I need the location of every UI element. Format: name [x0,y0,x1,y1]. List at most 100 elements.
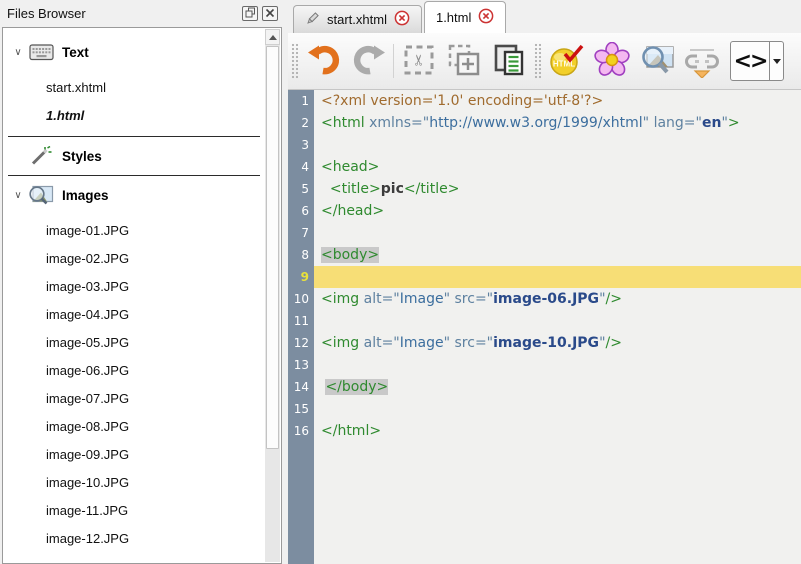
code-line[interactable]: 6 </head> [288,200,801,222]
code-content[interactable]: </html> [314,420,801,442]
code-line[interactable]: 12 <img alt="Image" src="image-10.JPG"/> [288,332,801,354]
file-item[interactable]: image-05.JPG [3,329,265,357]
tab-1-html[interactable]: 1.html [423,1,507,33]
code-token: /> [605,335,622,351]
file-item[interactable]: start.xhtml [3,74,265,102]
section-label: Text [62,44,89,60]
file-item[interactable]: image-01.JPG [3,217,265,245]
file-item[interactable]: image-07.JPG [3,385,265,413]
paste-button[interactable] [486,38,531,84]
close-circle-icon[interactable] [394,10,410,29]
code-line[interactable]: 7 [288,222,801,244]
float-panel-button[interactable] [242,6,258,21]
code-content[interactable] [314,266,801,288]
file-item[interactable]: image-11.JPG [3,497,265,525]
files-browser-panel: Files Browser ∨ Text start.xhtml 1.html Styl… [0,0,285,564]
code-line[interactable]: 10 <img alt="Image" src="image-06.JPG"/> [288,288,801,310]
code-token: <body> [321,247,380,263]
code-content[interactable]: <body> [314,244,801,266]
file-item[interactable]: image-04.JPG [3,301,265,329]
scrollbar-thumb[interactable] [266,46,279,449]
code-line[interactable]: 11 [288,310,801,332]
close-panel-button[interactable] [262,6,278,21]
code-token: pic [380,181,404,197]
code-line[interactable]: 14 </body> [288,376,801,398]
source-view-button[interactable]: <> [731,42,769,80]
section-label: Images [62,187,109,203]
code-line[interactable]: 1 <?xml version='1.0' encoding='utf-8'?> [288,90,801,112]
code-content[interactable]: <?xml version='1.0' encoding='utf-8'?> [314,90,801,112]
code-token: <img [321,335,360,351]
file-item[interactable]: image-08.JPG [3,413,265,441]
section-header-images[interactable]: ∨ Images [3,179,265,211]
scrollbar-up-button[interactable] [265,29,280,45]
source-view-dropdown[interactable] [769,42,783,80]
chevron-down-icon[interactable]: ∨ [9,190,27,201]
code-line[interactable]: 16 </html> [288,420,801,442]
file-item[interactable]: image-06.JPG [3,357,265,385]
tab-start-xhtml[interactable]: start.xhtml [293,5,422,33]
code-line[interactable]: 4 <head> [288,156,801,178]
file-item[interactable]: image-10.JPG [3,469,265,497]
code-content[interactable] [314,310,801,332]
application-window: Files Browser ∨ Text start.xhtml 1.html Styl… [0,0,801,564]
file-item[interactable]: 1.html [3,102,265,130]
code-content[interactable]: <html xmlns="http://www.w3.org/1999/xhtm… [314,112,801,134]
image-lens-icon [638,43,676,80]
code-line[interactable]: 13 [288,354,801,376]
code-token: image-10.JPG [493,335,600,351]
code-line[interactable]: 5 <title>pic</title> [288,178,801,200]
file-item[interactable]: image-12.JPG [3,525,265,553]
section-header-styles[interactable]: Styles [3,140,265,172]
toolbar-grip[interactable] [534,43,541,79]
file-item[interactable]: image-09.JPG [3,441,265,469]
code-content[interactable]: <head> [314,156,801,178]
code-content[interactable] [314,134,801,156]
redo-button[interactable] [346,38,391,84]
paste-icon [492,43,526,80]
chevron-down-icon[interactable]: ∨ [9,47,27,58]
pencil-icon [305,11,320,29]
code-token: > [727,115,740,131]
html-badge-icon: HTML [549,43,585,80]
code-content[interactable]: <img alt="Image" src="image-10.JPG"/> [314,332,801,354]
code-token: alt=" [363,335,400,351]
line-number: 9 [288,266,314,288]
code-content[interactable]: <img alt="Image" src="image-06.JPG"/> [314,288,801,310]
file-item[interactable]: image-02.JPG [3,245,265,273]
code-line[interactable]: 3 [288,134,801,156]
broken-link-icon [682,42,722,81]
flower-button[interactable] [589,38,634,84]
code-content[interactable]: </head> [314,200,801,222]
code-content[interactable]: </body> [314,376,801,398]
code-line[interactable]: 2 <html xmlns="http://www.w3.org/1999/xht… [288,112,801,134]
panel-title: Files Browser [7,6,86,21]
cut-button[interactable]: ✂ [396,38,441,84]
toolbar: ✂ HTML <> [288,33,801,90]
source-view-button-group: <> [730,41,784,81]
code-content[interactable] [314,222,801,244]
code-line[interactable]: 8 <body> [288,244,801,266]
code-content[interactable]: <title>pic</title> [314,178,801,200]
file-item[interactable]: image-03.JPG [3,273,265,301]
copy-button[interactable] [441,38,486,84]
section-header-text[interactable]: ∨ Text [3,36,265,68]
close-circle-icon[interactable] [478,8,494,27]
code-content[interactable] [314,354,801,376]
toolbar-grip[interactable] [291,43,298,79]
code-line[interactable]: 15 [288,398,801,420]
svg-text:HTML: HTML [552,59,574,68]
code-content[interactable] [314,398,801,420]
source-editor[interactable]: 1 <?xml version='1.0' encoding='utf-8'?> 2… [288,90,801,564]
links-button[interactable] [679,38,724,84]
html-check-button[interactable]: HTML [544,38,589,84]
code-token: lang=" [653,115,702,131]
line-number: 15 [288,398,314,420]
code-token: image-06.JPG [493,291,600,307]
image-preview-button[interactable] [634,38,679,84]
line-number: 14 [288,376,314,398]
undo-button[interactable] [301,38,346,84]
code-line[interactable]: 9 [288,266,801,288]
panel-scrollbar[interactable] [265,29,280,562]
